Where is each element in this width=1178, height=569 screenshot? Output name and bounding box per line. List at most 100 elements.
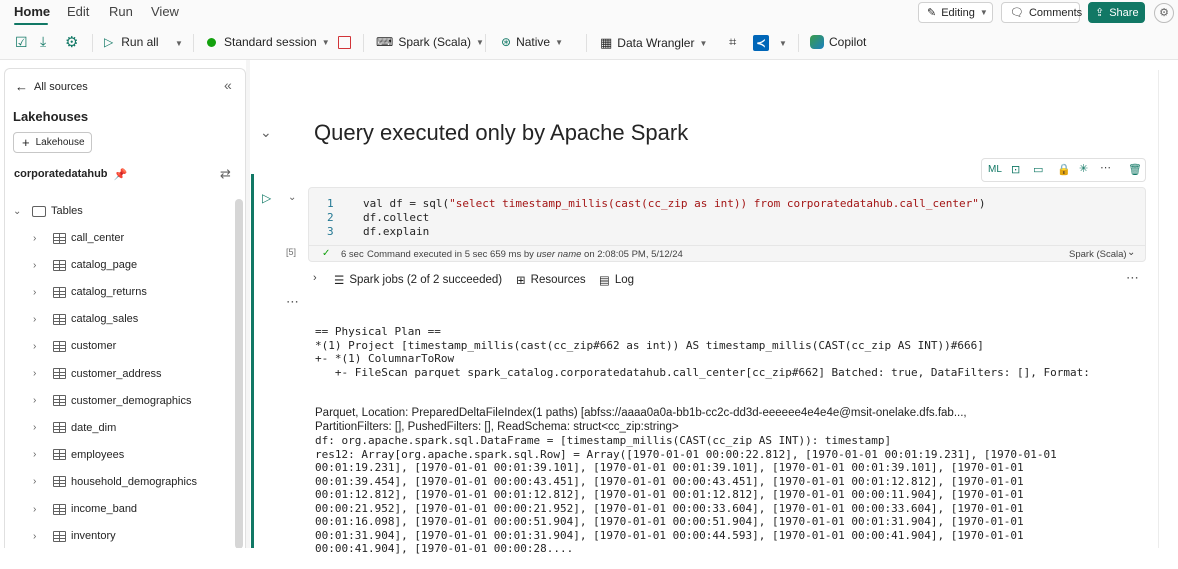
all-sources-link[interactable]: ← All sources xyxy=(15,79,88,94)
lock-icon[interactable]: 🔒 xyxy=(1057,163,1071,176)
result-line: 00:00:41.904], [1970-01-01 00:00:28.... xyxy=(315,542,574,555)
notebook-checklist-icon[interactable]: ☑ xyxy=(15,34,28,51)
code-text: val df = sql("select timestamp_millis(ca… xyxy=(363,197,986,210)
chevron-right-icon[interactable]: › xyxy=(33,395,36,406)
chevron-right-icon[interactable]: › xyxy=(33,233,36,244)
copilot-button[interactable]: Copilot xyxy=(810,35,866,49)
chevron-right-icon[interactable]: › xyxy=(33,287,36,298)
expand-jobs-chevron-icon[interactable]: › xyxy=(313,272,317,284)
table-item[interactable]: › income_band xyxy=(5,498,235,520)
table-icon xyxy=(53,259,66,271)
table-item[interactable]: › inventory xyxy=(5,525,235,547)
chevron-down-icon: ⌄ xyxy=(13,205,22,217)
switch-lakehouse-icon[interactable]: ⇄ xyxy=(220,166,231,182)
tab-view[interactable]: View xyxy=(151,4,179,19)
result-line: 00:01:16.098], [1970-01-01 00:00:51.904]… xyxy=(315,515,1024,528)
freeze-cell-icon[interactable]: ✳ xyxy=(1079,162,1088,175)
engine-label: Native xyxy=(516,35,551,49)
table-item[interactable]: › call_center xyxy=(5,227,235,249)
table-item[interactable]: › date_dim xyxy=(5,417,235,439)
session-dropdown[interactable]: Standard session ▼ xyxy=(207,35,330,49)
chevron-right-icon[interactable]: › xyxy=(33,476,36,487)
code-line: 3 df.explain xyxy=(309,225,1139,239)
more-options-icon[interactable]: ⋯ xyxy=(1100,161,1111,174)
add-comment-icon[interactable]: ▭ xyxy=(1033,163,1043,176)
checkmark-icon: ✓ xyxy=(322,248,331,259)
ribbon-separator xyxy=(92,34,93,52)
main-scrollbar[interactable] xyxy=(1158,70,1172,548)
table-item[interactable]: › household_demographics xyxy=(5,471,235,493)
copilot-label: Copilot xyxy=(829,35,867,49)
table-item[interactable]: › employees xyxy=(5,444,235,466)
menu-bar: Home Edit Run View ✎ Editing ▼ 🗨 Comment… xyxy=(0,0,1178,26)
notebook-view-icon[interactable]: ⌗ xyxy=(729,34,736,50)
resources-button[interactable]: ⊞ Resources xyxy=(516,273,586,287)
download-icon[interactable]: ⤓ xyxy=(40,33,46,50)
session-status-dot-icon xyxy=(207,37,216,47)
tab-home[interactable]: Home xyxy=(14,4,50,19)
tab-run[interactable]: Run xyxy=(109,4,133,19)
arrow-left-icon: ← xyxy=(15,79,28,94)
spark-jobs-button[interactable]: ☰ Spark jobs (2 of 2 succeeded) xyxy=(334,273,502,287)
output-more-icon[interactable]: ⋯ xyxy=(1126,270,1139,286)
language-dropdown[interactable]: ⌨ Spark (Scala) ▼ xyxy=(376,35,484,49)
lakehouse-name[interactable]: corporatedatahub 📌 xyxy=(14,168,127,181)
run-all-button[interactable]: ▷ Run all xyxy=(104,35,159,49)
lakehouse-name-label: corporatedatahub xyxy=(14,168,108,180)
tables-folder[interactable]: ⌄ Tables xyxy=(5,200,235,222)
vscode-icon[interactable]: ≺ xyxy=(753,35,769,51)
delete-cell-icon[interactable]: 🗑 xyxy=(1128,163,1142,176)
cell-collapse-chevron-icon[interactable]: ⌄ xyxy=(288,192,296,203)
table-item[interactable]: › catalog_sales xyxy=(5,308,235,330)
table-name: customer_address xyxy=(71,367,162,380)
all-sources-label: All sources xyxy=(34,80,88,93)
chevron-right-icon[interactable]: › xyxy=(33,341,36,352)
collapse-panel-icon[interactable]: « xyxy=(224,77,232,93)
table-item[interactable]: › customer_address xyxy=(5,363,235,385)
active-cell-indicator xyxy=(251,174,254,548)
table-item[interactable]: › customer_demographics xyxy=(5,390,235,412)
vscode-chevron-icon[interactable]: ▼ xyxy=(779,39,787,48)
sidebar-scrollbar[interactable] xyxy=(235,199,243,548)
line-number: 2 xyxy=(327,211,334,224)
output-options-icon[interactable]: ⋯ xyxy=(286,294,299,310)
user-settings-icon[interactable]: ⚙ xyxy=(1154,3,1174,23)
ml-button[interactable]: ML xyxy=(988,164,1002,175)
result-line: res12: Array[org.apache.spark.sql.Row] =… xyxy=(315,447,1057,461)
data-wrangler-dropdown[interactable]: ▦ Data Wrangler ▼ xyxy=(600,35,707,51)
section-collapse-chevron-icon[interactable]: ⌄ xyxy=(260,124,272,141)
add-lakehouse-button[interactable]: + Lakehouse xyxy=(13,132,92,153)
chevron-right-icon[interactable]: › xyxy=(33,260,36,271)
chevron-down-icon[interactable]: ⌄ xyxy=(1127,247,1135,258)
cell-language-label[interactable]: Spark (Scala) xyxy=(1069,249,1127,260)
ribbon-separator xyxy=(485,34,486,52)
editing-mode-button[interactable]: ✎ Editing ▼ xyxy=(918,2,993,23)
code-cell[interactable]: 1 val df = sql("select timestamp_millis(c… xyxy=(308,187,1146,262)
chevron-right-icon[interactable]: › xyxy=(33,504,36,515)
chevron-right-icon[interactable]: › xyxy=(33,422,36,433)
chevron-right-icon[interactable]: › xyxy=(33,368,36,379)
chevron-right-icon[interactable]: › xyxy=(33,531,36,542)
tables-label: Tables xyxy=(51,205,83,217)
log-label: Log xyxy=(614,274,635,286)
share-button[interactable]: ⇪ Share xyxy=(1088,2,1145,23)
log-icon: ▤ xyxy=(599,275,610,287)
pin-icon[interactable]: 📌 xyxy=(114,168,128,181)
stop-session-icon[interactable] xyxy=(338,36,351,49)
settings-gear-icon[interactable]: ⚙ xyxy=(65,33,78,51)
table-item[interactable]: › catalog_page xyxy=(5,254,235,276)
comment-cell-icon[interactable]: ⊡ xyxy=(1011,163,1020,176)
run-all-chevron-icon[interactable]: ▼ xyxy=(175,39,183,48)
tab-edit[interactable]: Edit xyxy=(67,4,89,19)
chevron-right-icon[interactable]: › xyxy=(33,449,36,460)
chevron-down-icon: ▼ xyxy=(699,38,708,48)
chevron-right-icon[interactable]: › xyxy=(33,314,36,325)
comments-button[interactable]: 🗨 Comments xyxy=(1001,2,1082,23)
log-button[interactable]: ▤ Log xyxy=(599,273,634,287)
table-item[interactable]: › catalog_returns xyxy=(5,281,235,303)
run-cell-icon[interactable]: ▷ xyxy=(262,191,271,205)
table-item[interactable]: › customer xyxy=(5,335,235,357)
plan-line: *(1) Project [timestamp_millis(cast(cc_z… xyxy=(315,338,984,352)
engine-dropdown[interactable]: ⊛ Native ▼ xyxy=(501,35,563,49)
share-icon: ⇪ xyxy=(1095,7,1105,19)
